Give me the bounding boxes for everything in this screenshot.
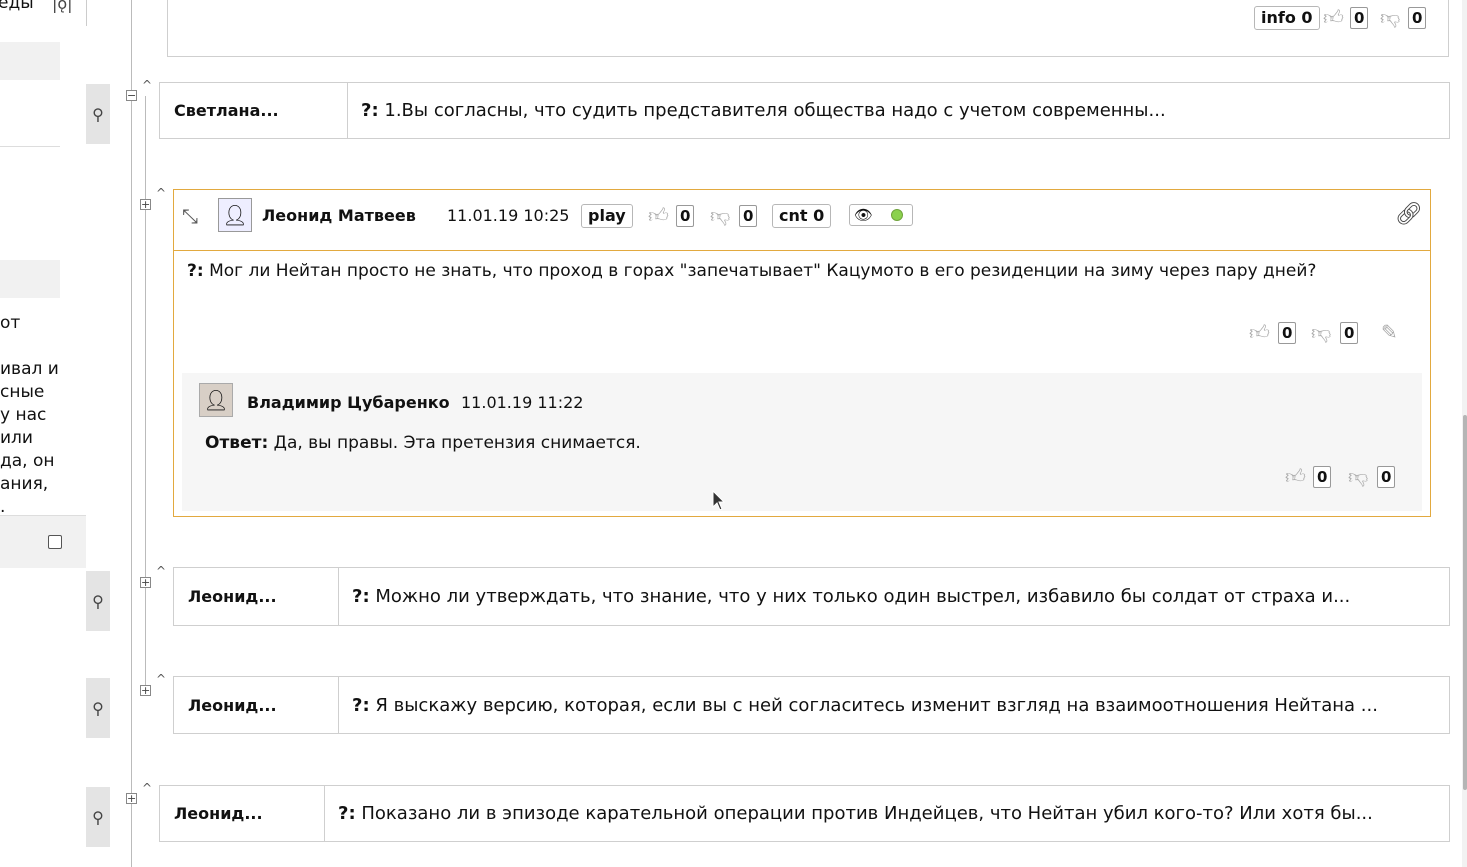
question-prefix: ?:: [187, 261, 204, 281]
row-author: Леонид...: [174, 568, 339, 625]
expand-toggle[interactable]: +: [140, 199, 151, 210]
question-text: Мог ли Нейтан просто не знать, что прохо…: [209, 261, 1317, 281]
sidebar-footer: [0, 516, 86, 568]
answer-prefix: Ответ:: [205, 433, 269, 453]
tree-line: [131, 0, 132, 867]
answer-body: Ответ: Да, вы правы. Эта претензия снима…: [205, 433, 641, 453]
thumbs-up-icon[interactable]: 👍︎: [648, 203, 669, 228]
status-dot: [891, 209, 903, 221]
like-count: 0: [1313, 466, 1332, 488]
like-count: 0: [1350, 7, 1369, 29]
scrollbar-thumb[interactable]: [1463, 415, 1467, 790]
edit-icon[interactable]: ✎: [1381, 320, 1398, 344]
thumbs-up-icon[interactable]: 👍︎: [1323, 5, 1344, 30]
expand-toggle[interactable]: +: [140, 577, 151, 588]
card-author[interactable]: Леонид Матвеев: [262, 206, 416, 225]
question-prefix: ?:: [352, 694, 370, 716]
chevron-up-icon[interactable]: ^: [156, 187, 166, 199]
row-question: ?: Можно ли утверждать, что знание, что …: [339, 568, 1350, 625]
collapse-icon[interactable]: ⤡: [182, 204, 198, 228]
answer-author[interactable]: Владимир Цубаренко: [247, 393, 450, 412]
sidebar-text-5: у нас: [0, 405, 47, 425]
row-author: Леонид...: [160, 786, 325, 841]
visibility-toggle[interactable]: 👁︎: [849, 204, 913, 226]
dislike-count: 0: [1408, 7, 1427, 29]
sidebar-text-7: да, он: [0, 451, 55, 471]
thumbs-down-icon[interactable]: 👎︎: [710, 203, 730, 228]
answer-datetime: 11.01.19 11:22: [461, 393, 584, 412]
question-row[interactable]: Леонид... ?: Я выскажу версию, которая, …: [173, 676, 1450, 734]
sidebar-text-6: или: [0, 428, 33, 448]
question-text: Я выскажу версию, которая, если вы с ней…: [375, 694, 1378, 716]
question-row[interactable]: Леонид... ?: Можно ли утверждать, что зн…: [173, 567, 1450, 626]
question-body: ?: Мог ли Нейтан просто не знать, что пр…: [187, 260, 1347, 283]
sidebar-top-text: еды: [0, 0, 34, 13]
sidebar-divider: [0, 146, 60, 147]
tree-line: [145, 96, 146, 696]
sidebar-divider: [86, 0, 87, 26]
question-prefix: ?:: [361, 100, 379, 121]
link-icon[interactable]: 🔗︎: [1395, 202, 1423, 227]
chevron-up-icon[interactable]: ^: [156, 673, 166, 685]
question-prefix: ?:: [352, 586, 370, 607]
like-count: 0: [676, 205, 695, 227]
card-datetime: 11.01.19 10:25: [447, 206, 570, 225]
sidebar-text-8: ания,: [0, 474, 49, 494]
info-badge[interactable]: info 0: [1254, 6, 1320, 30]
row-question: ?: 1.Вы согласны, что судить представите…: [348, 83, 1166, 138]
thumbs-down-icon[interactable]: 👎︎: [1311, 320, 1331, 345]
search-icon[interactable]: ⚲: [86, 787, 110, 847]
like-count: 0: [1278, 322, 1297, 344]
expand-toggle[interactable]: +: [140, 685, 151, 696]
sidebar-block: [0, 260, 60, 298]
chevron-up-icon[interactable]: ^: [156, 565, 166, 577]
row-author: Леонид...: [174, 677, 339, 733]
filter-icon[interactable]: |ǫ|: [52, 0, 73, 13]
question-row[interactable]: Светлана... ?: 1.Вы согласны, что судить…: [159, 82, 1450, 139]
question-row[interactable]: Леонид... ?: Показано ли в эпизоде карат…: [159, 785, 1450, 842]
thumbs-down-icon[interactable]: 👎︎: [1348, 464, 1368, 489]
card-header: ⤡ 👤︎ Леонид Матвеев 11.01.19 10:25 play …: [174, 190, 1430, 251]
chevron-up-icon[interactable]: ^: [142, 79, 152, 91]
play-button[interactable]: play: [581, 204, 633, 228]
question-text: Можно ли утверждать, что знание, что у н…: [375, 586, 1351, 607]
answer-block: 👤︎ Владимир Цубаренко 11.01.19 11:22 Отв…: [182, 373, 1422, 511]
sidebar-text-4: сные: [0, 382, 45, 402]
dislike-count: 0: [1340, 322, 1359, 344]
avatar: 👤︎: [218, 198, 252, 232]
search-icon[interactable]: ⚲: [86, 84, 110, 144]
row-question: ?: Я выскажу версию, которая, если вы с …: [339, 677, 1378, 733]
dislike-count: 0: [1377, 466, 1396, 488]
sidebar-text-1: от: [0, 313, 21, 333]
question-text: Показано ли в эпизоде карательной операц…: [361, 803, 1373, 824]
question-prefix: ?:: [338, 803, 356, 824]
chevron-up-icon[interactable]: ^: [142, 782, 152, 794]
question-text: 1.Вы согласны, что судить представителя …: [384, 100, 1166, 121]
thumbs-up-icon[interactable]: 👍︎: [1285, 464, 1306, 489]
dislike-count: 0: [739, 205, 758, 227]
cnt-badge[interactable]: cnt 0: [772, 204, 832, 228]
question-card: ⤡ 👤︎ Леонид Матвеев 11.01.19 10:25 play …: [173, 189, 1431, 517]
expand-toggle[interactable]: +: [126, 793, 137, 804]
collapse-toggle[interactable]: −: [126, 90, 137, 101]
search-icon[interactable]: ⚲: [86, 571, 110, 631]
answer-text: Да, вы правы. Эта претензия снимается.: [273, 433, 641, 453]
row-question: ?: Показано ли в эпизоде карательной опе…: [325, 786, 1373, 841]
eye-icon: 👁︎: [854, 206, 874, 224]
search-icon[interactable]: ⚲: [86, 678, 110, 738]
checkbox[interactable]: [48, 535, 62, 549]
thumbs-down-icon[interactable]: 👎︎: [1380, 5, 1400, 30]
thumbs-up-icon[interactable]: 👍︎: [1249, 320, 1270, 345]
row-author: Светлана...: [160, 83, 348, 138]
sidebar-text-3: ивал и: [0, 359, 59, 379]
sidebar-block: [0, 42, 60, 80]
avatar: 👤︎: [199, 383, 233, 417]
